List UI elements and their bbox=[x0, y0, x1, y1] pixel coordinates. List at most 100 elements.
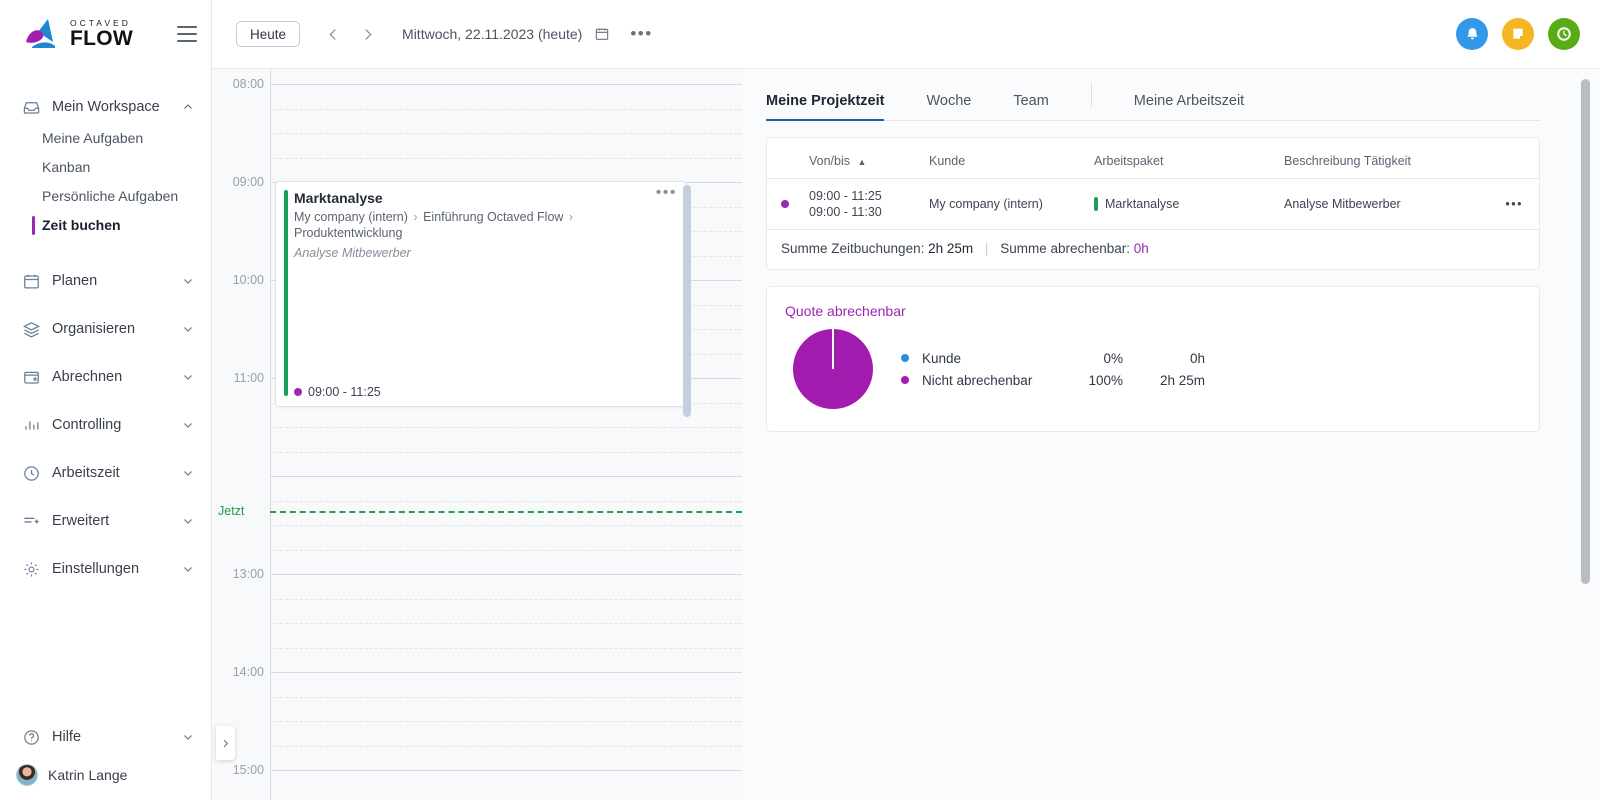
sidebar-group-abrechnen[interactable]: Abrechnen bbox=[0, 360, 211, 394]
sidebar-group-mein-workspace[interactable]: Mein Workspace bbox=[0, 90, 211, 124]
tab-label: Woche bbox=[926, 93, 971, 109]
sidebar-group-planen[interactable]: Planen bbox=[0, 264, 211, 298]
table-row[interactable]: 09:00 - 11:25 09:00 - 11:30 My company (… bbox=[767, 179, 1539, 230]
today-button[interactable]: Heute bbox=[236, 21, 300, 47]
summary-separator: | bbox=[977, 241, 997, 256]
nav-spacer bbox=[0, 240, 211, 254]
chevron-down-icon[interactable] bbox=[181, 563, 195, 575]
sidebar-group-label: Organisieren bbox=[44, 321, 181, 337]
tab-label: Team bbox=[1013, 93, 1048, 109]
previous-day-button[interactable] bbox=[318, 19, 348, 49]
chevron-up-icon[interactable] bbox=[181, 101, 195, 113]
nav-spacer bbox=[0, 490, 211, 504]
chevron-down-icon[interactable] bbox=[181, 323, 195, 335]
brand-name-top: OCTAVED bbox=[70, 19, 133, 28]
calendar-collapse-toggle[interactable] bbox=[216, 726, 235, 760]
column-label: Arbeitspaket bbox=[1094, 154, 1163, 168]
table-head: Von/bis ▲ Kunde Arbeitspaket bbox=[767, 138, 1539, 179]
billable-quota-pie-chart[interactable] bbox=[793, 329, 873, 409]
sidebar-group-arbeitszeit[interactable]: Arbeitszeit bbox=[0, 456, 211, 490]
tab-meine-arbeitszeit[interactable]: Meine Arbeitszeit bbox=[1134, 93, 1244, 120]
right-panel: Meine Projektzeit Woche Team Meine Arbei… bbox=[742, 68, 1600, 800]
sidebar-item-label: Hilfe bbox=[44, 729, 181, 745]
summary-bookings-label: Summe Zeitbuchungen: bbox=[781, 241, 924, 256]
quarter-line bbox=[270, 452, 742, 453]
breadcrumb-separator: › bbox=[411, 210, 419, 224]
timer-button[interactable] bbox=[1548, 18, 1580, 50]
row-menu-button[interactable]: ••• bbox=[1479, 179, 1539, 230]
nav-spacer bbox=[0, 442, 211, 456]
user-name: Katrin Lange bbox=[38, 767, 127, 783]
tab-label: Meine Projektzeit bbox=[766, 93, 884, 109]
sidebar-group-label: Einstellungen bbox=[44, 561, 181, 577]
th-beschreibung[interactable]: Beschreibung Tätigkeit bbox=[1276, 138, 1479, 179]
chevron-down-icon[interactable] bbox=[181, 419, 195, 431]
ellipsis-icon[interactable]: ••• bbox=[656, 189, 677, 197]
event-breadcrumb: My company (intern) › Einführung Octaved… bbox=[294, 209, 676, 241]
hamburger-icon[interactable] bbox=[177, 26, 197, 42]
pie-slice-divider bbox=[832, 329, 834, 369]
event-breadcrumb-client: My company (intern) bbox=[294, 210, 408, 224]
sidebar-group-controlling[interactable]: Controlling bbox=[0, 408, 211, 442]
event-time-range: 09:00 - 11:25 bbox=[308, 385, 381, 399]
sidebar-item-persoenliche-aufgaben[interactable]: Persönliche Aufgaben bbox=[0, 182, 211, 211]
list-plus-icon bbox=[22, 512, 44, 531]
chevron-down-icon[interactable] bbox=[181, 731, 195, 743]
th-von-bis[interactable]: Von/bis ▲ bbox=[801, 138, 921, 179]
nav-spacer bbox=[0, 298, 211, 312]
gear-icon bbox=[22, 560, 44, 579]
tab-team[interactable]: Team bbox=[1013, 93, 1048, 120]
legend-value: 0h bbox=[1123, 351, 1205, 366]
chevron-down-icon[interactable] bbox=[181, 275, 195, 287]
calendar-icon[interactable] bbox=[594, 26, 610, 42]
column-label: Von/bis bbox=[809, 154, 850, 168]
app-root: OCTAVED FLOW Mein Workspace bbox=[0, 0, 1600, 800]
legend-percent: 0% bbox=[1061, 351, 1123, 366]
chevron-down-icon[interactable] bbox=[181, 515, 195, 527]
nav-spacer bbox=[0, 538, 211, 552]
legend-item: Nicht abrechenbar 100% 2h 25m bbox=[901, 369, 1205, 391]
cell-status bbox=[767, 179, 801, 230]
sidebar-item-zeit-buchen[interactable]: Zeit buchen bbox=[0, 211, 211, 240]
legend-value: 2h 25m bbox=[1123, 373, 1205, 388]
chevron-down-icon[interactable] bbox=[181, 467, 195, 479]
hour-label: 14:00 bbox=[212, 665, 264, 679]
quarter-line bbox=[270, 133, 742, 134]
sidebar-group-erweitert[interactable]: Erweitert bbox=[0, 504, 211, 538]
day-calendar[interactable]: 08:00 09:00 10:00 11:00 bbox=[212, 68, 742, 800]
notifications-button[interactable] bbox=[1456, 18, 1488, 50]
event-breadcrumb-phase: Produktentwicklung bbox=[294, 226, 402, 240]
quarter-line bbox=[270, 525, 742, 526]
sidebar-item-meine-aufgaben[interactable]: Meine Aufgaben bbox=[0, 124, 211, 153]
quarter-line bbox=[270, 158, 742, 159]
now-indicator-line bbox=[270, 511, 742, 513]
th-arbeitspaket[interactable]: Arbeitspaket bbox=[1086, 138, 1276, 179]
sidebar-user[interactable]: Katrin Lange bbox=[0, 754, 211, 786]
sidebar-group-organisieren[interactable]: Organisieren bbox=[0, 312, 211, 346]
ellipsis-icon[interactable]: ••• bbox=[630, 30, 652, 38]
calendar-scrollbar[interactable] bbox=[683, 185, 691, 417]
hour-label: 08:00 bbox=[212, 77, 264, 91]
inbox-icon bbox=[22, 98, 44, 117]
tab-woche[interactable]: Woche bbox=[926, 93, 971, 120]
note-icon bbox=[1510, 26, 1526, 42]
sort-ascending-icon[interactable]: ▲ bbox=[854, 157, 867, 167]
calendar-event-card[interactable]: ••• Marktanalyse My company (intern) › E… bbox=[275, 181, 687, 407]
th-kunde[interactable]: Kunde bbox=[921, 138, 1086, 179]
chevron-down-icon[interactable] bbox=[181, 371, 195, 383]
sidebar-item-hilfe[interactable]: Hilfe bbox=[0, 720, 211, 754]
content-area: 08:00 09:00 10:00 11:00 bbox=[212, 68, 1600, 800]
sidebar-item-kanban[interactable]: Kanban bbox=[0, 153, 211, 182]
app-logo[interactable]: OCTAVED FLOW bbox=[22, 16, 133, 52]
page-scrollbar[interactable] bbox=[1581, 79, 1590, 584]
billable-status-dot bbox=[781, 200, 789, 208]
notes-button[interactable] bbox=[1502, 18, 1534, 50]
hour-label: 13:00 bbox=[212, 567, 264, 581]
billable-status-dot bbox=[294, 388, 302, 396]
sidebar-group-label: Mein Workspace bbox=[44, 99, 181, 115]
cell-von-bis: 09:00 - 11:25 09:00 - 11:30 bbox=[801, 179, 921, 230]
row-time-planned: 09:00 - 11:25 bbox=[809, 188, 913, 204]
tab-meine-projektzeit[interactable]: Meine Projektzeit bbox=[766, 93, 884, 120]
sidebar-group-einstellungen[interactable]: Einstellungen bbox=[0, 552, 211, 586]
next-day-button[interactable] bbox=[352, 19, 382, 49]
